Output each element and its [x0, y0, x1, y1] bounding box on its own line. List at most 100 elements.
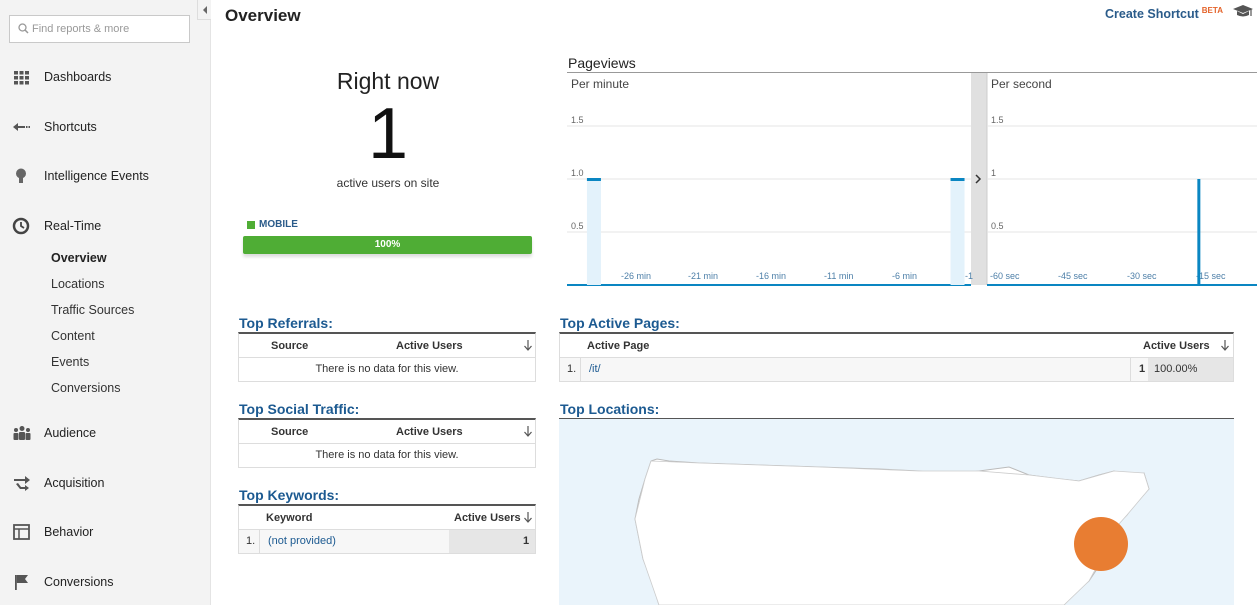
empty-row: There is no data for this view.: [239, 358, 535, 381]
table-header: Active Page Active Users: [560, 334, 1233, 358]
nav-label: Audience: [44, 426, 97, 440]
device-label: MOBILE: [259, 219, 298, 230]
nav-label: Acquisition: [44, 476, 105, 490]
sidebar: Dashboards Shortcuts Intelligence Events…: [0, 0, 211, 605]
col-active-users[interactable]: Active Users: [396, 340, 463, 352]
nav-dashboards[interactable]: Dashboards: [0, 62, 211, 92]
create-shortcut-link[interactable]: Create Shortcut BETA: [1105, 6, 1223, 21]
top-referrals-table: Source Active Users There is no data for…: [238, 332, 536, 382]
table-row: 1. (not provided) 1: [239, 530, 535, 553]
nav-intelligence-events[interactable]: Intelligence Events: [0, 161, 211, 191]
nav-label: Real-Time: [44, 219, 102, 233]
shortcut-arrow-icon: [13, 123, 30, 131]
bar-highlight: [586, 179, 601, 285]
table-header: Source Active Users: [239, 334, 535, 358]
nav-label: Intelligence Events: [44, 169, 149, 183]
top-referrals-title: Top Referrals:: [239, 315, 333, 331]
x-tick-label: -26 min: [621, 271, 651, 281]
people-icon: [13, 426, 31, 440]
search-box[interactable]: [9, 15, 190, 43]
search-input[interactable]: [32, 16, 187, 42]
nav-real-time[interactable]: Real-Time: [0, 211, 211, 241]
row-divider: [259, 530, 260, 553]
pageviews-charts: Per minute 0.5 1.0 1.5 -26 min -21 min -16 min…: [567, 73, 1257, 286]
lightbulb-icon: [16, 168, 26, 183]
table-row: 1. /it/ 1 100.00%: [560, 358, 1233, 381]
col-active-users[interactable]: Active Users: [1143, 340, 1210, 352]
col-keyword[interactable]: Keyword: [266, 512, 312, 524]
data-bar: [950, 178, 965, 181]
subnav-traffic-sources[interactable]: Traffic Sources: [51, 303, 134, 317]
nav-shortcuts[interactable]: Shortcuts: [0, 112, 211, 142]
search-icon: [18, 23, 29, 34]
col-active-users[interactable]: Active Users: [454, 512, 521, 524]
chevron-left-icon: [203, 6, 207, 14]
x-tick-label: -21 min: [688, 271, 718, 281]
sort-arrow-icon[interactable]: [1220, 339, 1230, 351]
subnav-locations[interactable]: Locations: [51, 277, 105, 291]
device-share-bar: 100%: [243, 236, 532, 254]
page-link[interactable]: /it/: [589, 363, 601, 375]
top-locations-title: Top Locations:: [560, 401, 660, 417]
right-now-title: Right now: [336, 68, 440, 94]
x-tick-label: -60 sec: [990, 271, 1020, 281]
x-tick-label: -6 min: [892, 271, 917, 281]
top-pages-table: Active Page Active Users 1. /it/ 1 100.0…: [559, 332, 1234, 382]
top-keywords-table: Keyword Active Users 1. (not provided) 1: [238, 504, 536, 554]
y-tick-label: 1.0: [571, 168, 584, 178]
data-bar: [1197, 179, 1201, 285]
x-tick-label: -16 min: [756, 271, 786, 281]
graduation-cap-icon[interactable]: [1233, 4, 1253, 20]
nav-label: Conversions: [44, 575, 114, 589]
y-tick-label: 0.5: [571, 221, 584, 231]
col-source[interactable]: Source: [271, 340, 308, 352]
keyword-count: 1: [523, 535, 530, 547]
device-legend: MOBILE: [247, 219, 298, 230]
nav-label: Dashboards: [44, 70, 112, 84]
data-bar: [586, 178, 601, 181]
page-title: Overview: [225, 6, 301, 25]
sort-arrow-icon[interactable]: [523, 511, 533, 523]
flag-icon: [15, 575, 28, 590]
sort-arrow-icon[interactable]: [523, 339, 533, 351]
subnav-events[interactable]: Events: [51, 355, 89, 369]
locations-map[interactable]: [559, 419, 1234, 605]
create-shortcut-label: Create Shortcut: [1105, 7, 1199, 22]
top-pages-title: Top Active Pages:: [560, 315, 680, 331]
location-bubble[interactable]: [1074, 517, 1128, 571]
row-divider: [580, 358, 581, 381]
keyword-link[interactable]: (not provided): [268, 535, 336, 547]
sort-arrow-icon[interactable]: [523, 425, 533, 437]
row-divider: [1130, 358, 1131, 381]
col-active-users[interactable]: Active Users: [396, 426, 463, 438]
nav-behavior[interactable]: Behavior: [0, 517, 211, 547]
subnav-overview[interactable]: Overview: [51, 251, 107, 265]
page-count: 1: [1139, 363, 1146, 375]
nav-conversions[interactable]: Conversions: [0, 567, 211, 597]
empty-message: There is no data for this view.: [315, 363, 459, 375]
panel-title: Per minute: [571, 77, 629, 91]
subnav-conversions[interactable]: Conversions: [51, 381, 120, 395]
nav-audience[interactable]: Audience: [0, 418, 211, 448]
row-index: 1.: [567, 363, 577, 375]
subnav-content[interactable]: Content: [51, 329, 95, 343]
nav-acquisition[interactable]: Acquisition: [0, 468, 211, 498]
nav-label: Behavior: [44, 525, 94, 539]
grid-icon: [14, 71, 29, 85]
active-users-subtitle: active users on site: [336, 176, 440, 190]
x-tick-label: -45 sec: [1058, 271, 1088, 281]
top-keywords-title: Top Keywords:: [239, 487, 340, 503]
collapse-sidebar-button[interactable]: [197, 0, 211, 20]
col-active-page[interactable]: Active Page: [587, 340, 649, 352]
active-users-count: 1: [367, 94, 409, 174]
beta-badge: BETA: [1201, 6, 1223, 15]
empty-message: There is no data for this view.: [315, 449, 459, 461]
device-share-label: 100%: [374, 239, 401, 250]
col-source[interactable]: Source: [271, 426, 308, 438]
table-header: Keyword Active Users: [239, 506, 535, 530]
clock-icon: [12, 217, 30, 235]
x-tick-label: -1: [965, 271, 973, 281]
us-map-outline: [634, 458, 1150, 605]
empty-row: There is no data for this view.: [239, 444, 535, 467]
page-percent: 100.00%: [1154, 363, 1198, 375]
